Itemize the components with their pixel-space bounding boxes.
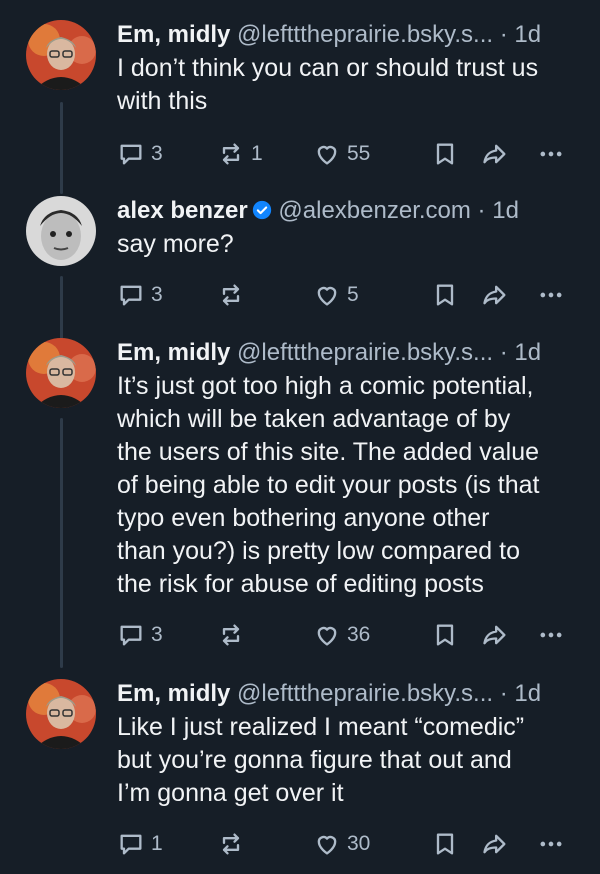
post-header: Em, midly @leftttheprairie.bsky.s... · 1… — [117, 679, 574, 709]
bookmark-icon — [436, 624, 454, 646]
separator: · — [499, 680, 508, 707]
post-text: It’s just got too high a comic potential… — [117, 372, 540, 598]
author-name[interactable]: alex benzer — [117, 197, 248, 224]
post-header: Em, midly @leftttheprairie.bsky.s... · 1… — [117, 20, 574, 50]
reply-icon — [120, 834, 142, 855]
bookmark-icon — [436, 833, 454, 855]
alex-avatar-image — [26, 196, 96, 266]
reply-count: 1 — [151, 832, 163, 855]
share-button[interactable] — [481, 279, 509, 311]
post-header: alex benzer @alexbenzer.com · 1d — [117, 196, 574, 226]
post-actions: 3 36 — [117, 619, 574, 651]
reply-count: 3 — [151, 142, 163, 165]
repost-button[interactable] — [217, 619, 251, 651]
author-name[interactable]: Em, midly — [117, 680, 230, 707]
repost-icon — [222, 284, 240, 306]
author-handle[interactable]: @alexbenzer.com — [278, 197, 470, 224]
post-text: Like I just realized I meant “comedic” b… — [117, 713, 525, 807]
avatar[interactable] — [26, 338, 96, 408]
repost-button[interactable] — [217, 279, 251, 311]
heart-icon — [317, 286, 337, 306]
avatar[interactable] — [26, 20, 96, 90]
repost-button[interactable] — [217, 828, 251, 860]
post-actions: 1 30 — [117, 828, 574, 860]
more-options-button[interactable] — [537, 828, 565, 860]
share-button[interactable] — [481, 138, 509, 170]
ellipsis-icon — [540, 292, 562, 298]
author-handle[interactable]: @leftttheprairie.bsky.s... — [237, 680, 493, 707]
like-button[interactable]: 30 — [313, 828, 370, 860]
like-count: 5 — [347, 283, 359, 306]
ellipsis-icon — [540, 841, 562, 847]
thread-line — [60, 418, 63, 668]
post-actions: 3 1 55 — [117, 138, 574, 170]
share-button[interactable] — [481, 619, 509, 651]
author-name[interactable]: Em, midly — [117, 21, 230, 48]
reply-icon — [120, 625, 142, 646]
like-button[interactable]: 55 — [313, 138, 370, 170]
thread-view: Em, midly @leftttheprairie.bsky.s... · 1… — [0, 0, 600, 874]
share-button[interactable] — [481, 828, 509, 860]
heart-icon — [317, 626, 337, 646]
em-avatar-image — [26, 20, 96, 90]
thread-line — [60, 102, 63, 194]
post-actions: 3 5 — [117, 279, 574, 311]
ellipsis-icon — [540, 632, 562, 638]
separator: · — [499, 21, 508, 48]
reply-button[interactable]: 3 — [117, 138, 163, 170]
like-count: 30 — [347, 832, 371, 855]
bookmark-button[interactable] — [431, 828, 459, 860]
like-button[interactable]: 36 — [313, 619, 370, 651]
post-time[interactable]: 1d — [514, 21, 541, 48]
author-handle[interactable]: @leftttheprairie.bsky.s... — [237, 21, 493, 48]
like-button[interactable]: 5 — [313, 279, 359, 311]
share-icon — [483, 625, 506, 645]
post-text: say more? — [117, 230, 234, 258]
em-avatar-image — [26, 338, 96, 408]
share-icon — [483, 834, 506, 854]
bookmark-button[interactable] — [431, 279, 459, 311]
author-name[interactable]: Em, midly — [117, 339, 230, 366]
repost-icon — [222, 143, 240, 165]
verified-badge-icon — [252, 200, 271, 220]
reply-button[interactable]: 3 — [117, 279, 163, 311]
reply-icon — [120, 144, 142, 165]
reply-icon — [120, 285, 142, 306]
repost-icon — [222, 624, 240, 646]
separator: · — [477, 197, 486, 224]
em-avatar-image — [26, 679, 96, 749]
like-count: 36 — [347, 623, 371, 646]
reply-button[interactable]: 1 — [117, 828, 163, 860]
heart-icon — [317, 835, 337, 855]
repost-icon — [222, 833, 240, 855]
reply-count: 3 — [151, 283, 163, 306]
post-text: I don’t think you can or should trust us… — [117, 54, 539, 115]
like-count: 55 — [347, 142, 371, 165]
share-icon — [483, 144, 506, 164]
post-time[interactable]: 1d — [492, 197, 519, 224]
reply-button[interactable]: 3 — [117, 619, 163, 651]
bookmark-icon — [436, 284, 454, 306]
avatar[interactable] — [26, 679, 96, 749]
post-header: Em, midly @leftttheprairie.bsky.s... · 1… — [117, 338, 574, 368]
reply-count: 3 — [151, 623, 163, 646]
share-icon — [483, 285, 506, 305]
repost-button[interactable]: 1 — [217, 138, 263, 170]
bookmark-button[interactable] — [431, 138, 459, 170]
more-options-button[interactable] — [537, 138, 565, 170]
more-options-button[interactable] — [537, 279, 565, 311]
bookmark-button[interactable] — [431, 619, 459, 651]
ellipsis-icon — [540, 151, 562, 157]
more-options-button[interactable] — [537, 619, 565, 651]
bookmark-icon — [436, 143, 454, 165]
author-handle[interactable]: @leftttheprairie.bsky.s... — [237, 339, 493, 366]
separator: · — [499, 339, 508, 366]
heart-icon — [317, 145, 337, 165]
thread-line — [60, 276, 63, 343]
post-time[interactable]: 1d — [514, 339, 541, 366]
post-time[interactable]: 1d — [514, 680, 541, 707]
repost-count: 1 — [251, 142, 263, 165]
avatar[interactable] — [26, 196, 96, 266]
